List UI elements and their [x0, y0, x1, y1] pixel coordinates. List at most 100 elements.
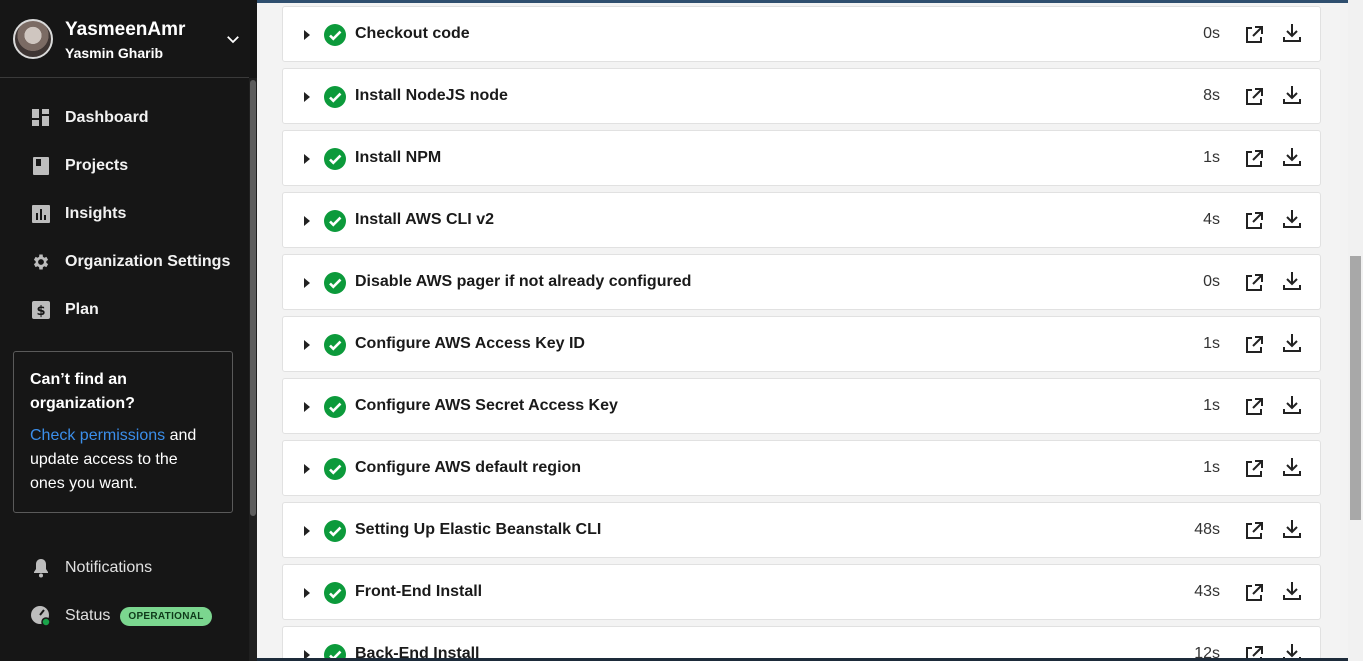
check-permissions-link[interactable]: Check permissions: [30, 427, 165, 444]
download-icon[interactable]: [1281, 518, 1303, 540]
step-row[interactable]: Configure AWS Secret Access Key 1s: [282, 378, 1321, 434]
sidebar-item-notifications[interactable]: Notifications: [0, 544, 249, 592]
step-row[interactable]: Install NPM 1s: [282, 130, 1321, 186]
help-box: Can’t find an organization? Check permis…: [13, 351, 233, 513]
step-name: Disable AWS pager if not already configu…: [355, 273, 692, 290]
dollar-icon: $: [30, 299, 52, 321]
download-icon[interactable]: [1281, 580, 1303, 602]
open-external-icon[interactable]: [1243, 24, 1265, 46]
expand-caret-icon[interactable]: [304, 340, 310, 350]
download-icon[interactable]: [1281, 146, 1303, 168]
step-duration: 1s: [1203, 397, 1220, 414]
success-check-icon: [324, 210, 346, 232]
status-badge: OPERATIONAL: [120, 606, 212, 626]
org-switcher[interactable]: YasmeenAmr Yasmin Gharib: [0, 0, 249, 78]
sidebar-item-dashboard[interactable]: Dashboard: [0, 94, 249, 142]
help-title: Can’t find an organization?: [30, 371, 135, 412]
expand-caret-icon[interactable]: [304, 278, 310, 288]
open-external-icon[interactable]: [1243, 396, 1265, 418]
sidebar: YasmeenAmr Yasmin Gharib Dashboard Proje…: [0, 0, 257, 661]
sidebar-item-label: Organization Settings: [65, 253, 231, 270]
dashboard-icon: [30, 107, 52, 129]
step-row[interactable]: Setting Up Elastic Beanstalk CLI 48s: [282, 502, 1321, 558]
step-duration: 1s: [1203, 335, 1220, 352]
sidebar-item-insights[interactable]: Insights: [0, 190, 249, 238]
sidebar-item-status[interactable]: Status OPERATIONAL: [0, 592, 249, 640]
step-row[interactable]: Install AWS CLI v2 4s: [282, 192, 1321, 248]
sidebar-scrollbar-thumb[interactable]: [250, 80, 256, 516]
sidebar-item-label: Dashboard: [65, 109, 149, 126]
download-icon[interactable]: [1281, 208, 1303, 230]
step-duration: 0s: [1203, 273, 1220, 290]
user-name: Yasmin Gharib: [65, 45, 164, 61]
step-row[interactable]: Configure AWS Access Key ID 1s: [282, 316, 1321, 372]
expand-caret-icon[interactable]: [304, 588, 310, 598]
expand-caret-icon[interactable]: [304, 464, 310, 474]
sidebar-item-label: Projects: [65, 157, 129, 174]
sidebar-item-organization-settings[interactable]: Organization Settings: [0, 238, 249, 286]
success-check-icon: [324, 86, 346, 108]
avatar: [13, 19, 53, 59]
main-scrollbar-thumb[interactable]: [1350, 256, 1361, 520]
step-duration: 1s: [1203, 149, 1220, 166]
success-check-icon: [324, 396, 346, 418]
success-check-icon: [324, 458, 346, 480]
step-name: Configure AWS Access Key ID: [355, 335, 585, 352]
gear-icon: [30, 251, 52, 273]
sidebar-scrollbar[interactable]: [249, 78, 257, 661]
step-duration: 43s: [1194, 583, 1220, 600]
expand-caret-icon[interactable]: [304, 92, 310, 102]
step-name: Configure AWS Secret Access Key: [355, 397, 618, 414]
sidebar-item-projects[interactable]: Projects: [0, 142, 249, 190]
success-check-icon: [324, 148, 346, 170]
step-duration: 4s: [1203, 211, 1220, 228]
step-duration: 48s: [1194, 521, 1220, 538]
sidebar-nav: Dashboard Projects Insights Organization…: [0, 94, 249, 334]
chevron-down-icon[interactable]: [224, 30, 242, 48]
expand-caret-icon[interactable]: [304, 402, 310, 412]
step-row[interactable]: Configure AWS default region 1s: [282, 440, 1321, 496]
success-check-icon: [324, 520, 346, 542]
download-icon[interactable]: [1281, 332, 1303, 354]
step-row[interactable]: Disable AWS pager if not already configu…: [282, 254, 1321, 310]
open-external-icon[interactable]: [1243, 582, 1265, 604]
step-name: Install NPM: [355, 149, 442, 166]
open-external-icon[interactable]: [1243, 86, 1265, 108]
open-external-icon[interactable]: [1243, 334, 1265, 356]
main-scrollbar[interactable]: [1348, 0, 1363, 661]
expand-caret-icon[interactable]: [304, 526, 310, 536]
step-row[interactable]: Back-End Install 12s: [282, 626, 1321, 661]
open-external-icon[interactable]: [1243, 272, 1265, 294]
help-text: Check permissions and update access to t…: [30, 424, 216, 496]
download-icon[interactable]: [1281, 270, 1303, 292]
sidebar-item-label: Status: [65, 607, 111, 624]
step-name: Front-End Install: [355, 583, 483, 600]
expand-caret-icon[interactable]: [304, 30, 310, 40]
success-check-icon: [324, 272, 346, 294]
insights-icon: [30, 203, 52, 225]
success-check-icon: [324, 24, 346, 46]
svg-text:$: $: [36, 304, 45, 319]
download-icon[interactable]: [1281, 394, 1303, 416]
download-icon[interactable]: [1281, 456, 1303, 478]
step-row[interactable]: Front-End Install 43s: [282, 564, 1321, 620]
expand-caret-icon[interactable]: [304, 216, 310, 226]
step-name: Checkout code: [355, 25, 470, 42]
open-external-icon[interactable]: [1243, 458, 1265, 480]
sidebar-item-label: Plan: [65, 301, 99, 318]
step-row[interactable]: Checkout code 0s: [282, 6, 1321, 62]
open-external-icon[interactable]: [1243, 148, 1265, 170]
sidebar-item-plan[interactable]: $ Plan: [0, 286, 249, 334]
step-row[interactable]: Install NodeJS node 8s: [282, 68, 1321, 124]
projects-icon: [30, 155, 52, 177]
success-check-icon: [324, 582, 346, 604]
open-external-icon[interactable]: [1243, 520, 1265, 542]
steps-panel: Checkout code 0s Install NodeJS node 8s Inst…: [257, 0, 1363, 661]
top-divider: [257, 0, 1363, 3]
download-icon[interactable]: [1281, 22, 1303, 44]
expand-caret-icon[interactable]: [304, 154, 310, 164]
step-name: Install AWS CLI v2: [355, 211, 494, 228]
open-external-icon[interactable]: [1243, 210, 1265, 232]
download-icon[interactable]: [1281, 84, 1303, 106]
bell-icon: [30, 557, 52, 579]
